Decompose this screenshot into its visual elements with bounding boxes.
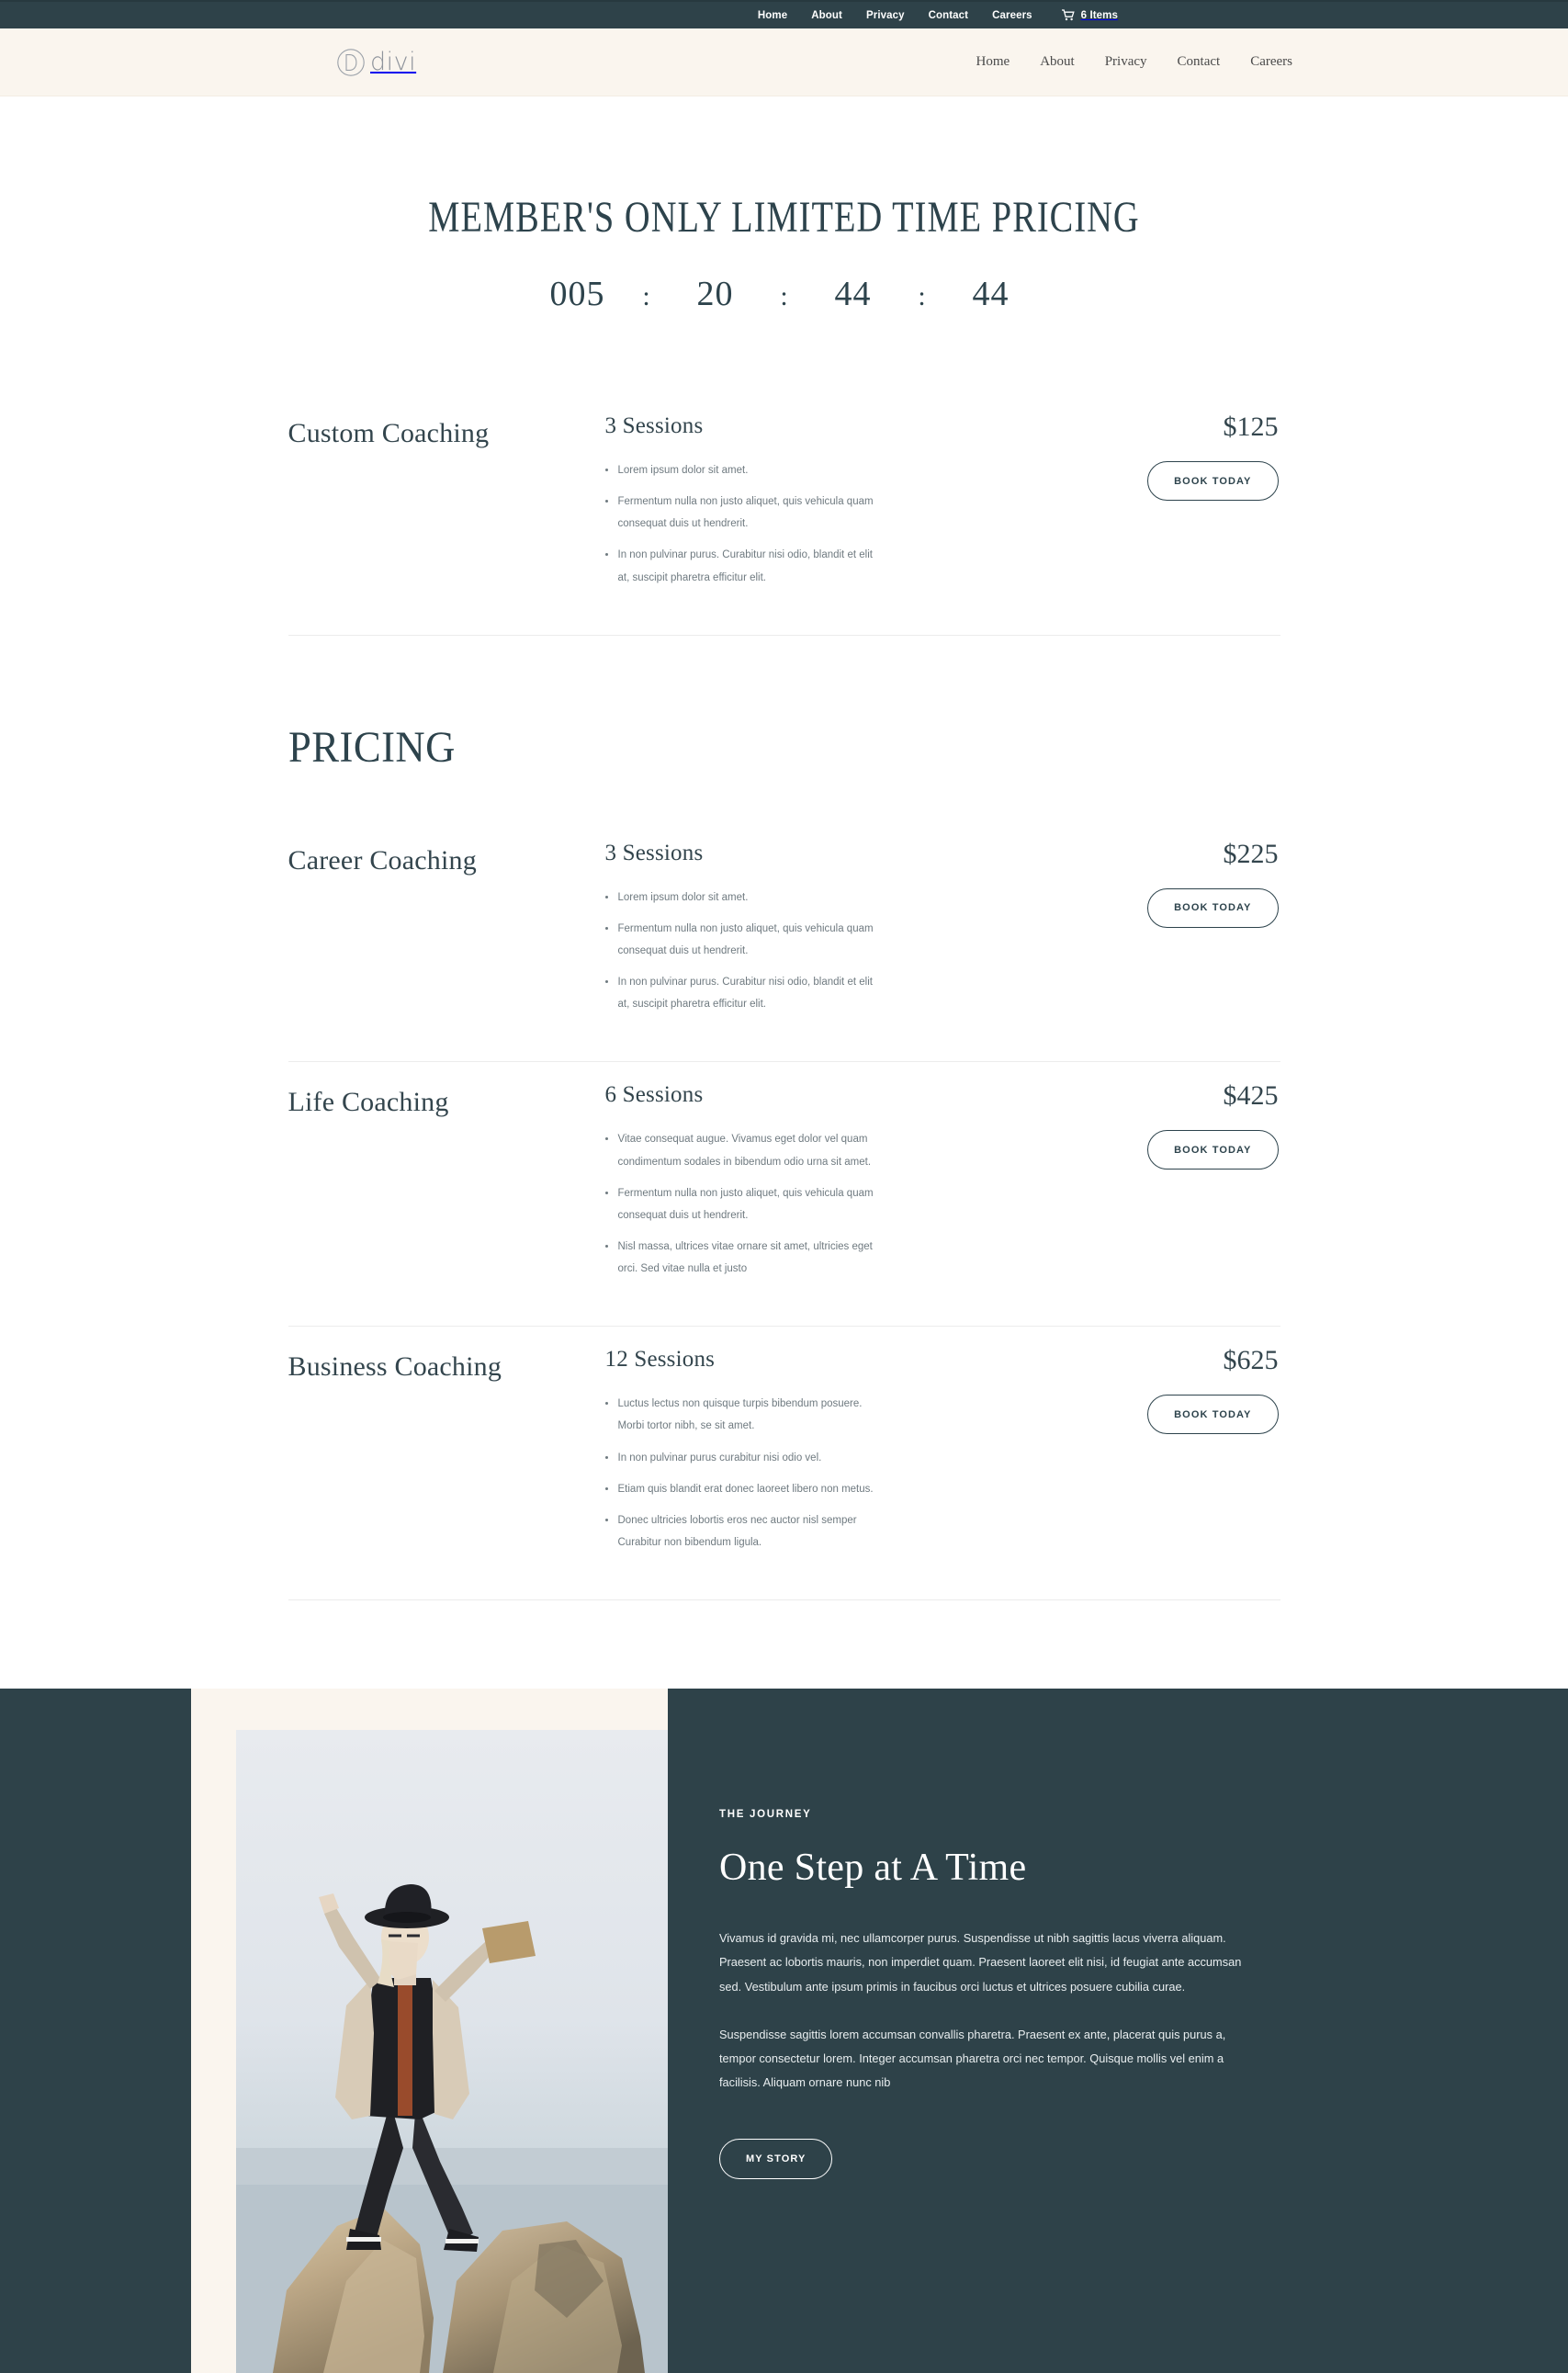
countdown-seconds: 44 <box>972 275 1010 313</box>
book-today-button-life-coaching[interactable]: BOOK TODAY <box>1147 1130 1279 1170</box>
promo-title: MEMBER'S ONLY LIMITED TIME PRICING <box>428 193 1140 242</box>
nav-item-home[interactable]: Home <box>976 54 1010 70</box>
plan-details-business-coaching: 12 Sessions Luctus lectus non quisque tu… <box>604 1347 1005 1563</box>
list-item: Donec ultricies lobortis eros nec auctor… <box>604 1509 881 1554</box>
page-title-pricing: PRICING <box>288 722 456 772</box>
book-today-button-business-coaching[interactable]: BOOK TODAY <box>1147 1395 1279 1435</box>
list-item: Nisl massa, ultrices vitae ornare sit am… <box>604 1236 881 1280</box>
top-utility-bar: Home About Privacy Contact Careers 6 Ite… <box>0 0 1568 28</box>
countdown-separator-2: : <box>780 281 788 311</box>
topbar-link-about[interactable]: About <box>811 10 842 21</box>
book-today-button-custom-coaching[interactable]: BOOK TODAY <box>1147 461 1279 501</box>
topbar-link-home[interactable]: Home <box>758 10 787 21</box>
logo-wordmark: divi <box>370 48 417 76</box>
feature-list-life-coaching: Vitae consequat augue. Vivamus eget dolo… <box>604 1128 881 1280</box>
main-navigation: Home About Privacy Contact Careers <box>976 54 1292 70</box>
site-logo[interactable]: divi <box>336 48 416 77</box>
journey-paragraph-1: Vivamus id gravida mi, nec ullamcorper p… <box>719 1931 1242 1994</box>
shopping-cart-icon <box>1061 9 1075 21</box>
feature-list-career-coaching: Lorem ipsum dolor sit amet. Fermentum nu… <box>604 887 881 1016</box>
journey-eyebrow: THE JOURNEY <box>719 1809 812 1821</box>
pricing-container: PRICING Career Coaching 3 Sessions Lorem… <box>288 636 1280 1601</box>
plan-price-col-career-coaching: $225 BOOK TODAY <box>1005 838 1280 1025</box>
list-item: Vitae consequat augue. Vivamus eget dolo… <box>604 1128 881 1172</box>
countdown-minutes: 44 <box>834 275 872 313</box>
list-item: Lorem ipsum dolor sit amet. <box>604 887 881 909</box>
list-item: Fermentum nulla non justo aliquet, quis … <box>604 1182 881 1226</box>
plan-price-col-custom-coaching: $125 BOOK TODAY <box>1005 413 1280 598</box>
countdown-timer: 005 : 20 : 44 : 44 <box>0 274 1568 314</box>
table-row-business-coaching: Business Coaching 12 Sessions Luctus lec… <box>288 1327 1280 1601</box>
top-utility-nav: Home About Privacy Contact Careers 6 Ite… <box>758 9 1118 21</box>
countdown-hours: 20 <box>696 275 734 313</box>
list-item: Luctus lectus non quisque turpis bibendu… <box>604 1393 881 1437</box>
plan-sessions-custom-coaching: 3 Sessions <box>604 413 704 438</box>
list-item: Etiam quis blandit erat donec laoreet li… <box>604 1478 881 1500</box>
plan-price-life-coaching: $425 <box>1223 1080 1279 1112</box>
my-story-button[interactable]: MY STORY <box>719 2139 833 2180</box>
plan-details-life-coaching: 6 Sessions Vitae consequat augue. Vivamu… <box>604 1082 1005 1289</box>
list-item: In non pulvinar purus. Curabitur nisi od… <box>604 544 881 588</box>
journey-paragraph-2: Suspendisse sagittis lorem accumsan conv… <box>719 2027 1226 2090</box>
list-item: In non pulvinar purus curabitur nisi odi… <box>604 1447 881 1469</box>
book-today-button-career-coaching[interactable]: BOOK TODAY <box>1147 887 1279 928</box>
plan-price-col-business-coaching: $625 BOOK TODAY <box>1005 1347 1280 1563</box>
plan-name-life-coaching: Life Coaching <box>288 1087 449 1118</box>
plan-sessions-career-coaching: 3 Sessions <box>604 840 704 865</box>
nav-item-privacy[interactable]: Privacy <box>1105 54 1147 70</box>
nav-item-contact[interactable]: Contact <box>1178 54 1221 70</box>
plan-price-career-coaching: $225 <box>1223 838 1279 869</box>
pricing-section: PRICING Career Coaching 3 Sessions Lorem… <box>288 636 1280 1601</box>
table-row-life-coaching: Life Coaching 6 Sessions Vitae consequat… <box>288 1062 1280 1328</box>
table-row-career-coaching: Career Coaching 3 Sessions Lorem ipsum d… <box>288 820 1280 1063</box>
topbar-link-privacy[interactable]: Privacy <box>866 10 905 21</box>
cart-item-count: 6 Items <box>1080 9 1118 21</box>
countdown-days: 005 <box>549 275 605 313</box>
cart-link[interactable]: 6 Items <box>1061 9 1118 21</box>
plan-name-custom-coaching: Custom Coaching <box>288 418 490 448</box>
list-item: In non pulvinar purus. Curabitur nisi od… <box>604 971 881 1015</box>
journey-section: THE JOURNEY One Step at A Time Vivamus i… <box>0 1689 1568 2373</box>
list-item: Fermentum nulla non justo aliquet, quis … <box>604 491 881 535</box>
plan-sessions-business-coaching: 12 Sessions <box>604 1347 716 1373</box>
plan-price-custom-coaching: $125 <box>1223 412 1279 442</box>
plan-details-custom-coaching: 3 Sessions Lorem ipsum dolor sit amet. F… <box>604 413 1005 598</box>
plan-sessions-life-coaching: 6 Sessions <box>604 1082 704 1108</box>
list-item: Lorem ipsum dolor sit amet. <box>604 459 881 481</box>
table-row-custom-coaching: Custom Coaching 3 Sessions Lorem ipsum d… <box>288 393 1280 636</box>
featured-plan-block: Custom Coaching 3 Sessions Lorem ipsum d… <box>288 314 1280 636</box>
site-header: divi Home About Privacy Contact Careers <box>0 28 1568 96</box>
topbar-link-contact[interactable]: Contact <box>929 10 969 21</box>
featured-plan-container: Custom Coaching 3 Sessions Lorem ipsum d… <box>288 314 1280 636</box>
feature-list-custom-coaching: Lorem ipsum dolor sit amet. Fermentum nu… <box>604 459 881 589</box>
plan-price-col-life-coaching: $425 BOOK TODAY <box>1005 1082 1280 1289</box>
nav-item-careers[interactable]: Careers <box>1250 54 1292 70</box>
countdown-separator-1: : <box>642 281 650 311</box>
journey-title: One Step at A Time <box>719 1847 1027 1890</box>
journey-text-column: THE JOURNEY One Step at A Time Vivamus i… <box>668 1689 1568 2373</box>
journey-image-column <box>0 1689 668 2373</box>
plan-price-business-coaching: $625 <box>1223 1345 1279 1376</box>
divi-circle-d-icon <box>336 48 366 77</box>
topbar-link-careers[interactable]: Careers <box>992 10 1032 21</box>
plan-details-career-coaching: 3 Sessions Lorem ipsum dolor sit amet. F… <box>604 840 1005 1025</box>
list-item: Fermentum nulla non justo aliquet, quis … <box>604 918 881 962</box>
countdown-separator-3: : <box>918 281 926 311</box>
promo-section: MEMBER'S ONLY LIMITED TIME PRICING 005 :… <box>0 96 1568 314</box>
nav-item-about[interactable]: About <box>1040 54 1075 70</box>
person-stepping-between-rocks-photo <box>236 1730 668 2373</box>
plan-name-business-coaching: Business Coaching <box>288 1351 502 1383</box>
plan-name-career-coaching: Career Coaching <box>288 844 477 876</box>
feature-list-business-coaching: Luctus lectus non quisque turpis bibendu… <box>604 1393 881 1554</box>
